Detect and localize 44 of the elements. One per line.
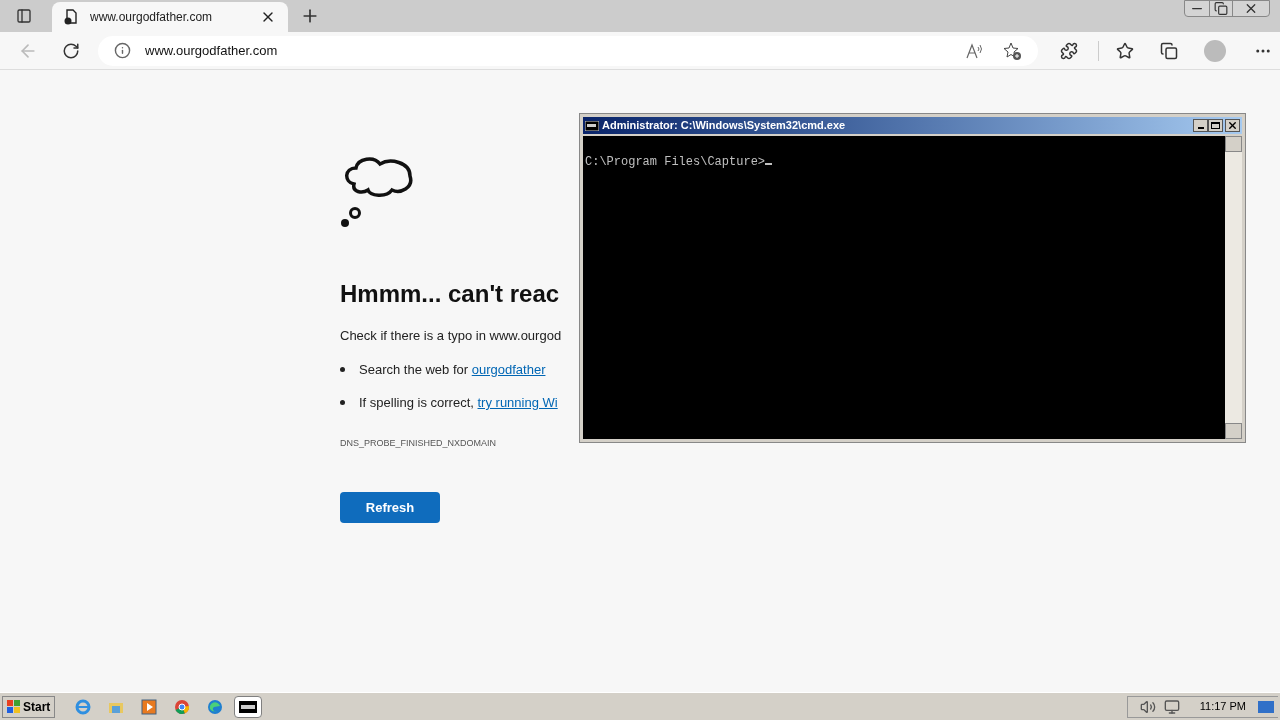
thought-bubble-icon [340,156,414,230]
extensions-icon[interactable] [1060,41,1078,60]
scrollbar[interactable] [1225,136,1242,439]
favorite-add-icon[interactable] [1002,40,1022,61]
restore-icon[interactable] [1209,1,1233,16]
maximize-button[interactable] [1208,119,1223,132]
console-prompt: C:\Program Files\Capture> [585,155,766,169]
windows-logo-icon [7,699,21,714]
round-browser-icon [174,698,191,715]
favorites-icon[interactable] [1116,41,1134,60]
tab-actions-icon[interactable] [16,8,32,24]
letter-e-globe-icon [75,698,92,715]
page-error-icon [64,9,78,25]
browser-tab[interactable]: www.ourgodfather.com [52,2,288,32]
show-desktop-icon[interactable] [1258,700,1274,713]
wave-browser-icon [207,698,224,715]
text-cursor [765,163,773,165]
tab-title: www.ourgodfather.com [90,9,214,26]
error-code: DNS_PROBE_FINISHED_NXDOMAIN [340,436,497,450]
suggestion-text: If spelling is correct, [359,394,475,412]
console-icon [585,120,599,131]
minimize-button[interactable] [1193,119,1208,132]
close-button[interactable] [1225,119,1240,132]
console-title: Administrator: C:\Windows\System32\cmd.exe [602,118,847,134]
refresh-icon[interactable] [62,41,80,60]
collections-icon[interactable] [1160,41,1178,60]
console-icon [239,700,258,713]
play-icon [141,698,158,715]
volume-icon[interactable] [1139,698,1156,715]
read-aloud-icon[interactable] [966,42,984,59]
refresh-button[interactable]: Refresh [340,492,440,523]
taskbar-app[interactable] [234,695,263,718]
info-icon[interactable] [114,42,131,59]
error-heading: Hmmm... can't reac [340,279,560,309]
address-bar[interactable]: www.ourgodfather.com [98,35,1038,66]
suggestion-text: Search the web for [359,360,470,379]
clock: 11:17 PM [1199,699,1246,715]
start-button[interactable]: Start [2,695,56,718]
suggestion-link[interactable]: ourgodfather [471,359,546,379]
suggestion-link[interactable]: try running Wi [477,393,558,413]
error-description: Check if there is a typo in www.ourgod [340,327,562,345]
url-text: www.ourgodfather.com [145,41,279,60]
network-icon[interactable] [1163,698,1180,715]
close-icon [1227,120,1238,131]
